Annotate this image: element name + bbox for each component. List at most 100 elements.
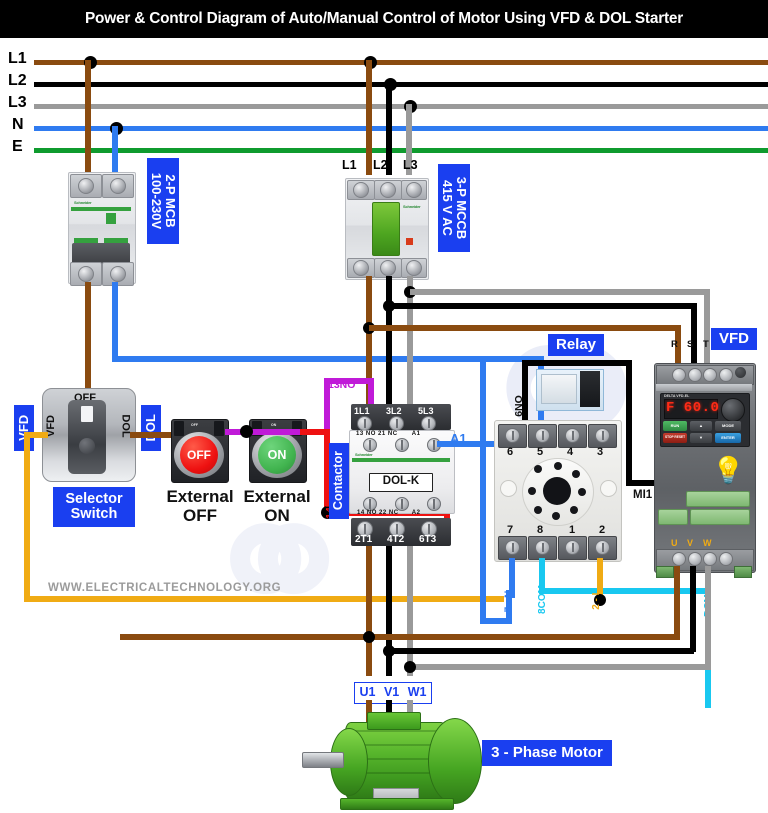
vfd-potentiometer-knob[interactable]: [721, 398, 745, 422]
wire-label-6no-text: 6NO: [512, 395, 525, 417]
contactor-screw-1l1: [357, 416, 372, 431]
vfd-control-terminal-row-1[interactable]: [686, 491, 750, 507]
rail-l2: [34, 82, 768, 87]
mcb-screw-top-1: [78, 178, 94, 194]
contactor-term-2t1: 2T1: [355, 534, 373, 545]
selector-knob-pivot: [79, 438, 95, 454]
rail-l3: [34, 104, 768, 109]
contactor-aux-14: 14: [357, 510, 365, 516]
site-watermark: WWW.ELECTRICALTECHNOLOGY.ORG: [48, 582, 282, 594]
mccb-toggle-green[interactable]: [372, 202, 400, 256]
vfd-screw-w: [703, 552, 717, 566]
wire-vfd-w-h: [412, 664, 709, 670]
vfd-run-button[interactable]: RUN: [663, 421, 687, 431]
junction-motor-w: [404, 661, 416, 673]
relay-module-coil: [541, 374, 577, 404]
rail-label-l3: L3: [8, 94, 27, 111]
vfd-stop-reset-button[interactable]: STOP RESET: [663, 433, 687, 443]
mccb-screw-top-3: [406, 182, 422, 198]
pushbutton-off-mini-label: OFF: [191, 423, 198, 427]
pushbutton-off-tag-right: [214, 421, 224, 436]
contactor-aux-nc2: NC: [388, 510, 399, 516]
vfd-up-button[interactable]: ▲: [690, 421, 712, 431]
vfd-control-terminal-row-2b[interactable]: [690, 509, 750, 525]
rail-label-l1: L1: [8, 50, 27, 67]
vfd-term-t: T: [703, 339, 709, 350]
vfd-term-r: R: [671, 339, 678, 350]
selector-pos-vfd: VFD: [40, 415, 62, 437]
contactor-term-5l3: 5L3: [418, 406, 434, 416]
relay-screw-8: [535, 540, 550, 555]
vfd-screw-pe: [719, 368, 733, 382]
wire-l1-to-mccb: [366, 60, 372, 175]
vfd-control-terminal-row-2a[interactable]: [658, 509, 688, 525]
wire-vfd-v-h: [392, 648, 694, 654]
pushbutton-off-face[interactable]: OFF: [180, 436, 218, 474]
mccb-label: 3-P MCCB 415 V AC: [438, 164, 470, 252]
pushbutton-on-caption-line2: ON: [264, 506, 290, 526]
wire-label-8com-text: 8COM: [536, 585, 548, 614]
motor-foot: [340, 798, 454, 810]
relay-screw-6: [505, 428, 520, 443]
wire-label-14no: 14NO: [324, 492, 351, 531]
contactor-screw-21nc: [395, 438, 409, 452]
vfd-screw-r: [672, 368, 686, 382]
contactor-aux-22: 22: [379, 510, 387, 516]
contactor-aux-no2: NO: [366, 510, 377, 516]
wire-label-6no: 6NO: [508, 395, 530, 417]
vfd-screw-s: [688, 368, 702, 382]
relay-socket-pin-a: [534, 465, 542, 473]
mccb-screw-top-2: [380, 182, 396, 198]
junction-motor-v: [383, 645, 395, 657]
vfd-screw-v: [688, 552, 702, 566]
contactor-tag-text: Contactor: [331, 451, 346, 511]
contactor-term-1l1: 1L1: [354, 406, 370, 416]
motor-terminal-v1: V1: [383, 685, 400, 699]
relay-pin-num-6: 6: [507, 446, 514, 458]
vfd-down-button[interactable]: ▼: [690, 433, 712, 443]
mccb-screw-bot-3: [406, 260, 422, 276]
vfd-foot-right: [734, 566, 752, 578]
junction-off-on: [240, 425, 253, 438]
wire-ct-out-u: [366, 546, 372, 676]
vfd-enter-button[interactable]: ENTER: [715, 433, 741, 443]
contactor-aux-a1: A1: [411, 431, 421, 437]
contactor-term-6t3: 6T3: [419, 534, 437, 545]
relay-socket-pin-b: [554, 462, 562, 470]
vfd-screw-t: [703, 368, 717, 382]
wire-vfd-s-v: [691, 303, 697, 370]
vfd-top-button[interactable]: [735, 367, 746, 378]
relay-pin-num-2: 2: [599, 524, 606, 536]
relay-socket-pin-e: [570, 506, 578, 514]
relay-screw-3: [595, 428, 610, 443]
diagram-canvas: Power & Control Diagram of Auto/Manual C…: [0, 0, 768, 813]
contactor-aux-13: 13: [356, 431, 364, 437]
relay-screw-7: [505, 540, 520, 555]
rail-e: [34, 148, 768, 153]
wire-vfd-t-v: [704, 289, 710, 370]
pushbutton-on-face[interactable]: ON: [258, 436, 296, 474]
wire-vfd-u-v: [674, 566, 680, 634]
relay-socket-pin-h: [528, 487, 536, 495]
contactor-screw-14no: [363, 497, 377, 511]
wire-vfd-r-h: [369, 325, 681, 331]
relay-pin-num-1: 1: [569, 524, 576, 536]
mccb-label-line1: 3-P MCCB: [454, 176, 469, 240]
relay-screw-2: [595, 540, 610, 555]
mcb-screw-bot-2: [110, 266, 126, 282]
selector-caption-line1: Selector: [65, 490, 123, 507]
relay-pin-num-7: 7: [507, 524, 514, 536]
wire-mccb-out-l2: [386, 276, 392, 416]
pushbutton-off-caption-line2: OFF: [183, 506, 217, 526]
relay-pin-num-8: 8: [537, 524, 544, 536]
mcb-switch-green-2: [104, 238, 128, 243]
selector-pos-dol: DOL: [114, 414, 137, 437]
relay-screw-4: [565, 428, 580, 443]
mcb-label: 2-P MCB 100-230V: [147, 158, 179, 244]
contactor-model-label: DOL-K: [369, 473, 433, 492]
pushbutton-off-caption-line1: External: [166, 487, 234, 506]
relay-socket-pin-g: [534, 506, 542, 514]
vfd-mode-button[interactable]: MODE: [715, 421, 741, 431]
relay-pin-num-5: 5: [537, 446, 544, 458]
selector-caption: Selector Switch: [53, 487, 135, 527]
